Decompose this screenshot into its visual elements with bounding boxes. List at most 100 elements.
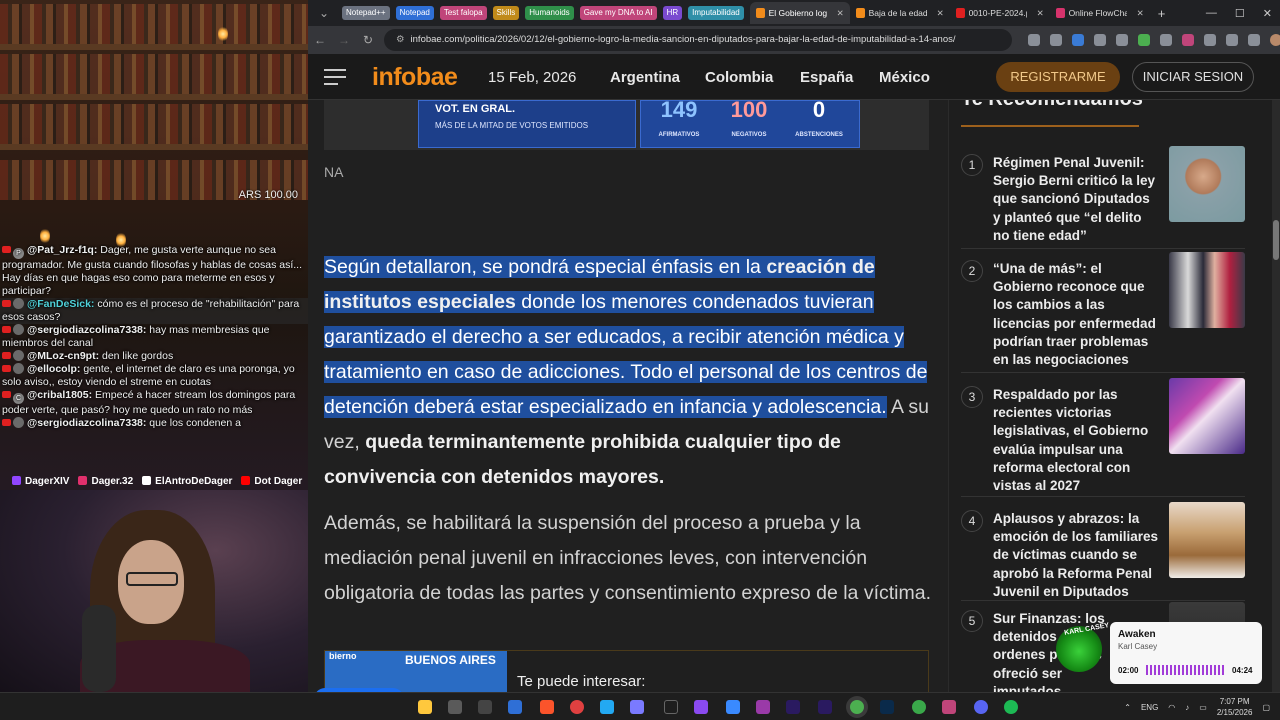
recommendation-title[interactable]: Aplausos y abrazos: la emoción de los fa…	[993, 510, 1159, 601]
recommendation-title[interactable]: “Una de más”: el Gobierno reconoce que l…	[993, 260, 1159, 369]
extension-icon[interactable]	[1116, 34, 1128, 46]
tab-group-chip[interactable]: Imputabilidad	[688, 6, 744, 20]
nav-country-espana[interactable]: España	[800, 69, 853, 86]
chrome-icon[interactable]	[912, 700, 926, 714]
after-effects-icon[interactable]	[818, 700, 832, 714]
side-panel-icon[interactable]	[1248, 34, 1260, 46]
tab-title: Baja de la edad	[868, 8, 927, 18]
back-icon[interactable]: ←	[308, 33, 332, 47]
discord-icon[interactable]	[974, 700, 988, 714]
recommendation-number: 3	[961, 386, 983, 408]
extension-icon[interactable]	[1072, 34, 1084, 46]
extension-icon[interactable]	[1094, 34, 1106, 46]
vote-negative-label: NEGATIVOS	[731, 132, 767, 138]
brave-icon[interactable]	[540, 700, 554, 714]
shelf	[0, 44, 308, 50]
youtube-icon	[2, 326, 11, 333]
premiere-icon[interactable]	[786, 700, 800, 714]
bookmark-star-icon[interactable]	[1050, 34, 1062, 46]
app-icon[interactable]	[508, 700, 522, 714]
nav-country-mexico[interactable]: México	[879, 69, 930, 86]
nav-country-colombia[interactable]: Colombia	[705, 69, 773, 86]
track-artist: Karl Casey	[1118, 642, 1158, 651]
recommendation-thumbnail[interactable]	[1169, 146, 1245, 222]
login-button[interactable]: INICIAR SESION	[1132, 62, 1254, 92]
notifications-icon[interactable]: ▢	[1262, 703, 1270, 712]
tab-group-chip[interactable]: HR	[662, 6, 683, 20]
tab-group-chip[interactable]: Gave my DNA to AI	[579, 6, 657, 20]
vscode-icon[interactable]	[600, 700, 614, 714]
wifi-icon[interactable]: ◠	[1168, 703, 1175, 712]
extensions-puzzle-icon[interactable]	[1226, 34, 1238, 46]
address-bar[interactable]: ⚙ infobae.com/politica/2026/02/12/el-gobi…	[384, 29, 1012, 51]
tab-group-chip[interactable]: Notepad	[395, 6, 434, 20]
extension-icon[interactable]	[1138, 34, 1150, 46]
sidebar-title: Te Recomendamos	[961, 100, 1143, 111]
page-scrollbar[interactable]	[1272, 100, 1280, 692]
obs-icon[interactable]	[570, 700, 584, 714]
recommendation-title[interactable]: Régimen Penal Juvenil: Sergio Berni crit…	[993, 154, 1159, 245]
photoshop-icon[interactable]	[880, 700, 894, 714]
app-icon[interactable]	[756, 700, 770, 714]
tab-close-icon[interactable]: ✕	[837, 2, 844, 24]
clock[interactable]: 7:07 PM 2/15/2026	[1217, 696, 1253, 718]
visual-studio-icon[interactable]	[694, 700, 708, 714]
scrollbar-thumb[interactable]	[1273, 220, 1279, 260]
extension-icon[interactable]	[1182, 34, 1194, 46]
tab-group-chip[interactable]: Notepad++	[342, 6, 390, 20]
app-icon[interactable]	[726, 700, 740, 714]
tray-chevron-icon[interactable]: ⌃	[1124, 703, 1131, 712]
track-duration: 04:24	[1232, 666, 1253, 675]
reload-icon[interactable]: ↻	[356, 33, 380, 47]
tab-group-chip[interactable]: Skills	[492, 6, 520, 20]
app-icon[interactable]	[630, 700, 644, 714]
recommendation-thumbnail[interactable]	[1169, 252, 1245, 328]
browser-tab[interactable]: El Gobierno logr ✕	[749, 2, 850, 24]
file-explorer-icon[interactable]	[418, 700, 432, 714]
terminal-icon[interactable]	[478, 700, 492, 714]
extension-icon[interactable]	[1204, 34, 1216, 46]
social-platform-icon	[142, 476, 152, 485]
nav-country-argentina[interactable]: Argentina	[610, 69, 680, 86]
tab-group-chip[interactable]: Test falopa	[439, 6, 487, 20]
recommendation-thumbnail[interactable]	[1169, 378, 1245, 454]
forward-icon[interactable]: →	[332, 33, 356, 47]
new-tab-button[interactable]: +	[1158, 6, 1166, 21]
related-article-card[interactable]: bierno BUENOS AIRES Te puede interesar:	[324, 650, 929, 692]
tab-group-chip[interactable]: Humanoids	[525, 6, 574, 20]
tab-close-icon[interactable]: ✕	[937, 2, 944, 24]
battery-icon[interactable]: ▭	[1199, 703, 1207, 712]
article-paragraph[interactable]: Además, se habilitará la suspensión del …	[324, 506, 934, 611]
menu-icon[interactable]	[324, 69, 348, 85]
browser-tab[interactable]: Baja de la edad ✕	[850, 2, 950, 24]
app-icon[interactable]	[664, 700, 678, 714]
article-paragraph[interactable]: Según detallaron, se pondrá especial énf…	[324, 250, 934, 495]
chat-avatar	[13, 417, 24, 428]
language-indicator[interactable]: ENG	[1141, 703, 1158, 712]
recommendation-title[interactable]: Respaldado por las recientes victorias l…	[993, 386, 1159, 495]
maximize-icon[interactable]: ☐	[1235, 7, 1245, 20]
browser-tab[interactable]: Online FlowCha ✕	[1050, 2, 1150, 24]
chat-username: @FanDeSick:	[27, 298, 95, 310]
tab-favicon-icon	[1055, 8, 1065, 18]
recommendation-thumbnail[interactable]	[1169, 502, 1245, 578]
zoom-icon[interactable]	[1028, 34, 1040, 46]
app-icon[interactable]	[942, 700, 956, 714]
profile-avatar[interactable]	[1270, 34, 1280, 46]
spotify-icon[interactable]	[1004, 700, 1018, 714]
chat-avatar	[13, 363, 24, 374]
tab-close-icon[interactable]: ✕	[1037, 2, 1044, 24]
chrome-icon[interactable]	[850, 700, 864, 714]
chat-text: que los condenen a	[149, 417, 241, 429]
site-logo[interactable]: infobae	[372, 63, 458, 92]
tab-search-icon[interactable]: ⌄	[312, 6, 336, 20]
minimize-icon[interactable]: —	[1206, 7, 1217, 19]
browser-tab[interactable]: 0010-PE-2024.p ✕	[950, 2, 1050, 24]
volume-icon[interactable]: ♪	[1185, 703, 1189, 712]
register-button[interactable]: REGISTRARME	[996, 62, 1120, 92]
app-icon[interactable]	[448, 700, 462, 714]
tab-close-icon[interactable]: ✕	[1137, 2, 1144, 24]
site-info-icon[interactable]: ⚙	[396, 34, 405, 45]
extension-icon[interactable]	[1160, 34, 1172, 46]
close-icon[interactable]: ✕	[1263, 7, 1272, 20]
